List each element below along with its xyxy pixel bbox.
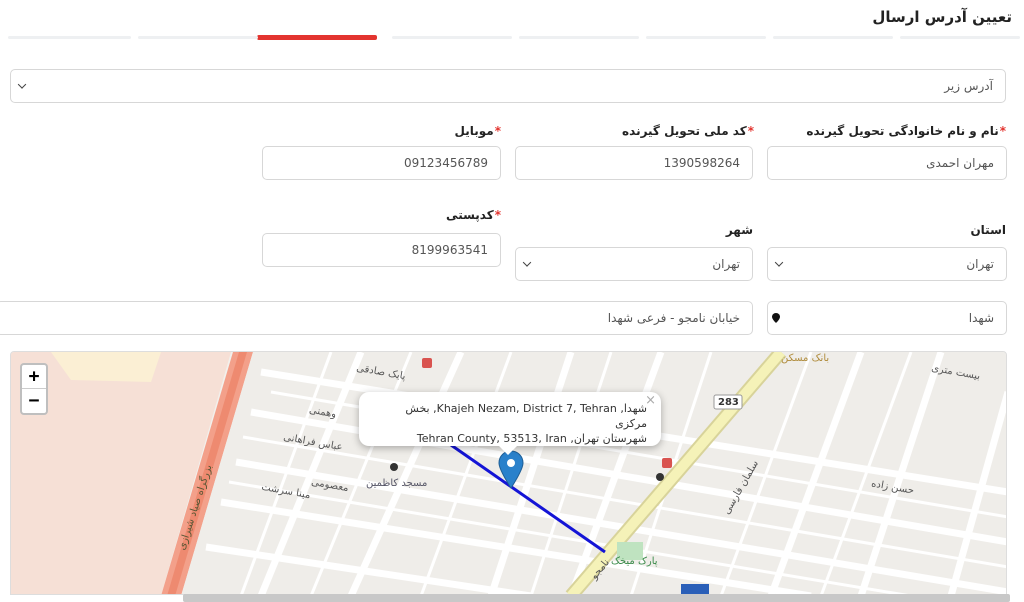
district-input[interactable]: شهدا bbox=[767, 301, 1007, 335]
step-8 bbox=[8, 36, 131, 39]
page-title: تعیین آدرس ارسال bbox=[872, 8, 1012, 26]
step-1 bbox=[900, 36, 1020, 39]
mobile-input[interactable]: 09123456789 bbox=[262, 146, 501, 180]
zoom-out-button[interactable]: − bbox=[22, 389, 46, 413]
map-label-park: پارک میخک bbox=[611, 556, 658, 567]
city-label: شهر bbox=[725, 223, 753, 237]
popup-line-2: شهرستان تهران, Tehran County, 53513, Ira… bbox=[416, 432, 647, 445]
chevron-down-icon bbox=[17, 80, 27, 89]
location-pin-icon bbox=[772, 313, 780, 323]
road-number: 283 bbox=[718, 397, 739, 408]
progress-steps bbox=[4, 35, 1020, 40]
zoom-control: + − bbox=[20, 363, 48, 415]
popup-close-button[interactable]: × bbox=[645, 393, 656, 408]
zoom-in-button[interactable]: + bbox=[22, 365, 46, 389]
step-6-active bbox=[257, 35, 377, 40]
step-7 bbox=[138, 36, 258, 39]
mobile-label: *موبایل bbox=[454, 124, 501, 138]
step-5 bbox=[392, 36, 512, 39]
popup-line-1: شهدا, Khajeh Nezam, District 7, Tehran, … bbox=[405, 402, 647, 430]
city-select[interactable]: تهران bbox=[515, 247, 753, 281]
map-label-bank: بانک مسکن bbox=[781, 353, 830, 364]
popup-tip bbox=[499, 446, 517, 455]
chevron-down-icon bbox=[522, 258, 532, 267]
horizontal-scrollbar[interactable] bbox=[183, 594, 1010, 602]
map-label-mosque: مسجد کاظمین bbox=[366, 478, 428, 489]
postal-code-label: *کدپستی bbox=[446, 208, 501, 222]
chevron-down-icon bbox=[774, 258, 784, 267]
national-code-input[interactable]: 1390598264 bbox=[515, 146, 753, 180]
address-select-value: آدرس زیر bbox=[944, 79, 993, 93]
full-name-input[interactable]: مهران احمدی bbox=[767, 146, 1007, 180]
step-3 bbox=[646, 36, 766, 39]
step-2 bbox=[773, 36, 893, 39]
step-4 bbox=[519, 36, 639, 39]
province-select[interactable]: تهران bbox=[767, 247, 1007, 281]
map-base bbox=[11, 352, 1006, 594]
province-label: استان bbox=[970, 223, 1006, 237]
map[interactable]: 283 بانک مسکن مسجد کاظمین پارک میخک بزرگ… bbox=[10, 351, 1007, 595]
postal-code-input[interactable]: 8199963541 bbox=[262, 233, 501, 267]
full-name-label: *نام و نام خانوادگی تحویل گیرنده bbox=[806, 124, 1006, 138]
national-code-label: *کد ملی تحویل گیرنده bbox=[622, 124, 754, 138]
map-popup: × شهدا, Khajeh Nezam, District 7, Tehran… bbox=[359, 392, 661, 455]
address-select[interactable]: آدرس زیر bbox=[10, 69, 1006, 103]
street-input[interactable]: خیابان نامجو - فرعی شهدا bbox=[0, 301, 753, 335]
